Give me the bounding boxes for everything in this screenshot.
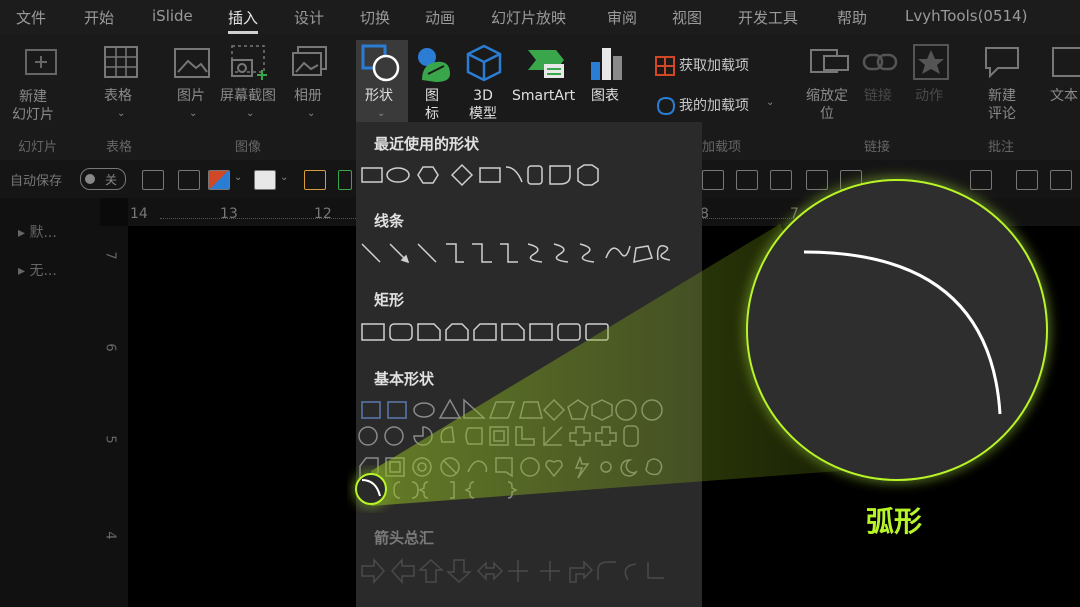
callout-label: 弧形 [866,505,923,538]
zoom-circle [746,179,1048,481]
arc-source-highlight [355,473,387,505]
